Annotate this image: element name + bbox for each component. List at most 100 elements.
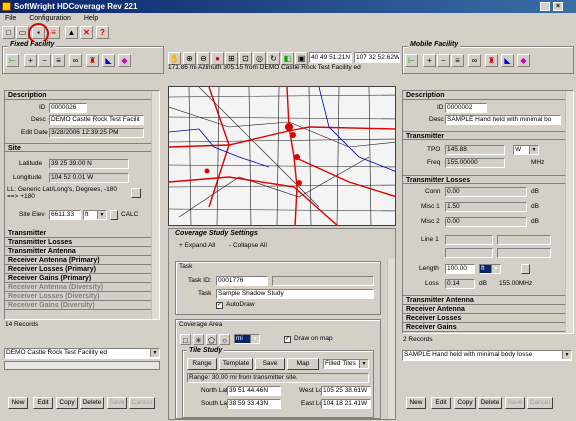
fixed-desc-field[interactable]: DEMO Castle Rock Test Facilit bbox=[49, 115, 144, 125]
fixed-description-head[interactable]: Description bbox=[5, 91, 159, 100]
mobile-description-head[interactable]: Description bbox=[403, 91, 573, 100]
mobile-section-receiver-antenna[interactable]: Receiver Antenna bbox=[403, 305, 565, 314]
menu-help[interactable]: Help bbox=[84, 15, 98, 22]
mobile-facility-select[interactable]: SAMPLE Hand held with minimal body losse bbox=[402, 350, 572, 361]
length-unit-select[interactable]: ft bbox=[479, 264, 501, 274]
tile-save-button[interactable]: Save bbox=[255, 358, 285, 370]
mobile-new-button[interactable]: New bbox=[406, 397, 426, 409]
fixed-edit-button[interactable]: Edit bbox=[33, 397, 53, 409]
help-icon[interactable]: ? bbox=[96, 26, 109, 39]
area-unit-select[interactable]: mi bbox=[234, 334, 260, 344]
tpo-unit-select[interactable]: W bbox=[513, 145, 539, 155]
fixed-lon-field[interactable]: 104 52 0.01 W bbox=[49, 173, 129, 183]
mobile-delete-button[interactable]: Delete bbox=[478, 397, 502, 409]
remove-icon[interactable]: − bbox=[38, 54, 51, 67]
collapse-all-link[interactable]: - Collapse All bbox=[229, 241, 267, 251]
mobile-range-icon[interactable]: ⊢ bbox=[405, 54, 418, 67]
tile-range-button[interactable]: Range bbox=[187, 358, 217, 370]
conn-field[interactable]: 0.00 bbox=[445, 187, 527, 197]
binoculars-icon[interactable]: ∞ bbox=[69, 54, 82, 67]
map-view[interactable] bbox=[168, 86, 396, 226]
fixed-cancel-button[interactable]: Cancel bbox=[129, 397, 155, 409]
menu-configuration[interactable]: Configuration bbox=[29, 15, 71, 22]
west-lon-field[interactable]: 105 25 38.61W bbox=[321, 386, 371, 396]
fixed-hscroll[interactable] bbox=[4, 361, 160, 370]
mobile-section-receiver-losses[interactable]: Receiver Losses bbox=[403, 314, 565, 323]
line1-field[interactable] bbox=[445, 235, 493, 245]
fixed-section-receiver-antenna-diversity[interactable]: Receiver Antenna (Diversity) bbox=[5, 283, 153, 292]
fixed-section-transmitter[interactable]: Transmitter bbox=[5, 229, 153, 238]
mobile-list-icon[interactable]: ≡ bbox=[451, 54, 464, 67]
mobile-remove-icon[interactable]: − bbox=[437, 54, 450, 67]
mobile-save-button[interactable]: Save bbox=[505, 397, 525, 409]
fixed-section-receiver-antenna-primary[interactable]: Receiver Antenna (Primary) bbox=[5, 256, 153, 265]
mobile-binoculars-icon[interactable]: ∞ bbox=[468, 54, 481, 67]
tile-map-button[interactable]: Map bbox=[287, 358, 319, 370]
area-circle-icon[interactable]: ○ bbox=[219, 334, 230, 345]
area-radial-icon[interactable]: ✳ bbox=[193, 334, 204, 345]
fixed-elev-field[interactable]: 6611.33 bbox=[49, 210, 81, 220]
tile-style-select[interactable]: Filled Tiles bbox=[323, 359, 369, 369]
fixed-id-field[interactable]: 0000026 bbox=[49, 103, 87, 113]
fixed-scrollbar[interactable] bbox=[151, 91, 159, 319]
mobile-tower-icon[interactable]: ♜ bbox=[485, 54, 498, 67]
mobile-copy-button[interactable]: Copy bbox=[454, 397, 476, 409]
fixed-new-button[interactable]: New bbox=[8, 397, 28, 409]
antenna-icon[interactable]: ◣ bbox=[102, 54, 115, 67]
mobile-scrollbar[interactable] bbox=[565, 91, 573, 333]
delete-x-icon[interactable]: ✕ bbox=[80, 26, 93, 39]
fixed-section-receiver-gains-primary[interactable]: Receiver Gains (Primary) bbox=[5, 274, 153, 283]
fixed-facility-select[interactable]: DEMO Castle Rock Test Facility ed bbox=[4, 348, 160, 359]
tpo-field[interactable]: 145.88 bbox=[445, 145, 505, 155]
mobile-add-icon[interactable]: + bbox=[423, 54, 436, 67]
draw-on-map-checkbox[interactable]: ✓ bbox=[284, 336, 291, 343]
fixed-site-head[interactable]: Site bbox=[5, 143, 153, 152]
fixed-elev-calc-button[interactable] bbox=[110, 210, 118, 220]
length-calc-button[interactable] bbox=[521, 264, 530, 274]
fixed-section-receiver-losses-primary[interactable]: Receiver Losses (Primary) bbox=[5, 265, 153, 274]
fixed-section-transmitter-antenna[interactable]: Transmitter Antenna bbox=[5, 247, 153, 256]
mobile-section-receiver-gains[interactable]: Receiver Gains bbox=[403, 323, 565, 332]
mobile-txl-head[interactable]: Transmitter Losses bbox=[403, 175, 565, 184]
fixed-elev-unit-select[interactable]: ft bbox=[83, 210, 107, 220]
task-name-field[interactable]: Sample Shadow Study bbox=[216, 289, 374, 299]
menu-file[interactable]: File bbox=[5, 15, 16, 22]
close-button[interactable]: × bbox=[553, 2, 563, 11]
misc1-field[interactable]: 1.50 bbox=[445, 202, 527, 212]
tile-template-button[interactable]: Template bbox=[219, 358, 253, 370]
pattern-icon[interactable]: ◆ bbox=[118, 54, 131, 67]
minimize-button[interactable] bbox=[540, 2, 550, 11]
study-scrollbar[interactable] bbox=[387, 259, 395, 419]
area-polygon-icon[interactable]: ⬠ bbox=[206, 334, 217, 345]
fixed-section-receiver-losses-diversity[interactable]: Receiver Losses (Diversity) bbox=[5, 292, 153, 301]
mobile-id-field[interactable]: 0000002 bbox=[445, 103, 487, 113]
fixed-section-receiver-gains-diversity[interactable]: Receiver Gains (Diversity) bbox=[5, 301, 153, 310]
mobile-pattern-icon[interactable]: ◆ bbox=[517, 54, 530, 67]
mobile-tx-head[interactable]: Transmitter bbox=[403, 131, 565, 140]
area-square-icon[interactable]: □ bbox=[180, 334, 191, 345]
misc2-field[interactable]: 0.00 bbox=[445, 217, 527, 227]
fixed-section-transmitter-losses[interactable]: Transmitter Losses bbox=[5, 238, 153, 247]
expand-all-link[interactable]: + Expand All bbox=[179, 241, 215, 251]
fixed-ll-button[interactable] bbox=[131, 188, 141, 198]
list-icon[interactable]: ≡ bbox=[52, 54, 65, 67]
mobile-edit-button[interactable]: Edit bbox=[431, 397, 451, 409]
new-file-icon[interactable]: □ bbox=[2, 26, 15, 39]
mobile-desc-field[interactable]: SAMPLE Hand held with minimal bo bbox=[445, 115, 561, 125]
range-icon[interactable]: ⊢ bbox=[6, 54, 19, 67]
hat-icon[interactable]: ▲ bbox=[65, 26, 78, 39]
south-lat-field[interactable]: 38 59 33.43N bbox=[227, 399, 281, 409]
freq-field[interactable]: 155.00000 bbox=[445, 158, 505, 168]
mobile-antenna-icon[interactable]: ◣ bbox=[501, 54, 514, 67]
mobile-section-transmitter-antenna[interactable]: Transmitter Antenna bbox=[403, 296, 565, 305]
north-lat-field[interactable]: 39 51 44.46N bbox=[227, 386, 281, 396]
add-icon[interactable]: + bbox=[24, 54, 37, 67]
mobile-cancel-button[interactable]: Cancel bbox=[527, 397, 553, 409]
fixed-save-button[interactable]: Save bbox=[107, 397, 127, 409]
east-lon-field[interactable]: 104 18 21.41W bbox=[321, 399, 371, 409]
fixed-copy-button[interactable]: Copy bbox=[56, 397, 78, 409]
autodraw-checkbox[interactable]: ✓ bbox=[216, 302, 223, 309]
tower-icon[interactable]: ♜ bbox=[86, 54, 99, 67]
length-field[interactable]: 100.00 bbox=[445, 264, 475, 274]
fixed-lat-field[interactable]: 39 25 39.00 N bbox=[49, 159, 129, 169]
